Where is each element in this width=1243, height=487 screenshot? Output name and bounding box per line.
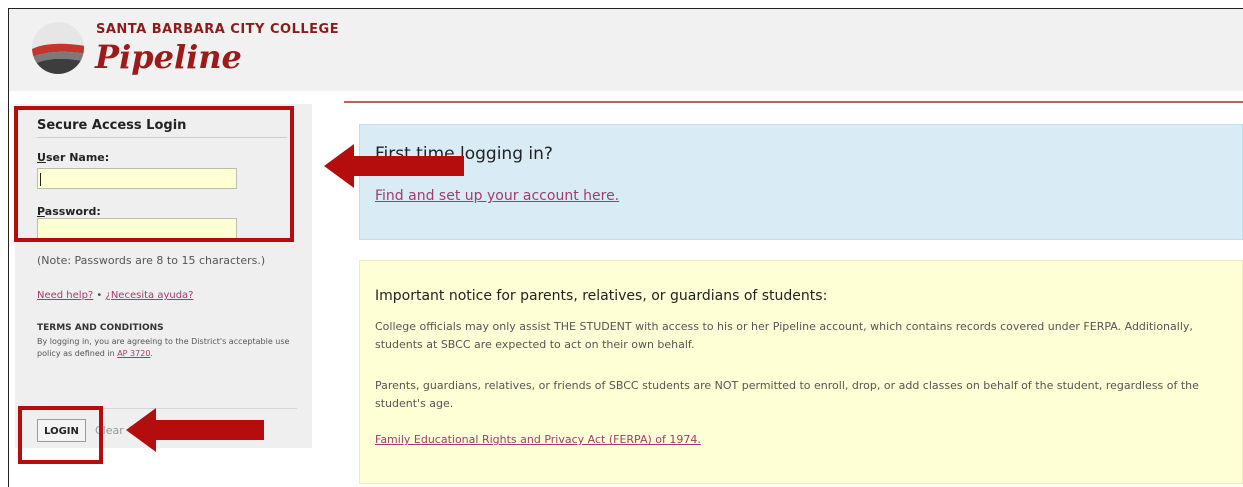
need-help-es-link[interactable]: ¿Necesita ayuda? [106, 290, 194, 301]
terms-heading: TERMS AND CONDITIONS [37, 323, 164, 333]
first-time-panel [359, 124, 1243, 240]
sbcc-logo-icon [32, 22, 84, 74]
login-highlight-box [14, 106, 294, 242]
password-note: (Note: Passwords are 8 to 15 characters.… [37, 254, 266, 267]
ap3720-link[interactable]: AP 3720 [117, 349, 150, 358]
ferpa-link[interactable]: Family Educational Rights and Privacy Ac… [375, 433, 701, 446]
notice-title: Important notice for parents, relatives,… [375, 288, 828, 304]
setup-account-link[interactable]: Find and set up your account here. [375, 188, 619, 204]
arrow-left-icon [324, 144, 464, 188]
button-highlight-box [18, 406, 103, 464]
arrow-left-icon [126, 408, 264, 452]
notice-paragraph-1: College officials may only assist THE ST… [375, 320, 1193, 351]
content-divider [344, 101, 1243, 103]
terms-text: By logging in, you are agreeing to the D… [37, 337, 290, 358]
help-links: Need help? • ¿Necesita ayuda? [37, 290, 194, 301]
need-help-link[interactable]: Need help? [37, 290, 93, 301]
app-title: Pipeline [95, 38, 242, 76]
notice-paragraph-2: Parents, guardians, relatives, or friend… [375, 379, 1199, 410]
college-name: SANTA BARBARA CITY COLLEGE [96, 22, 340, 37]
